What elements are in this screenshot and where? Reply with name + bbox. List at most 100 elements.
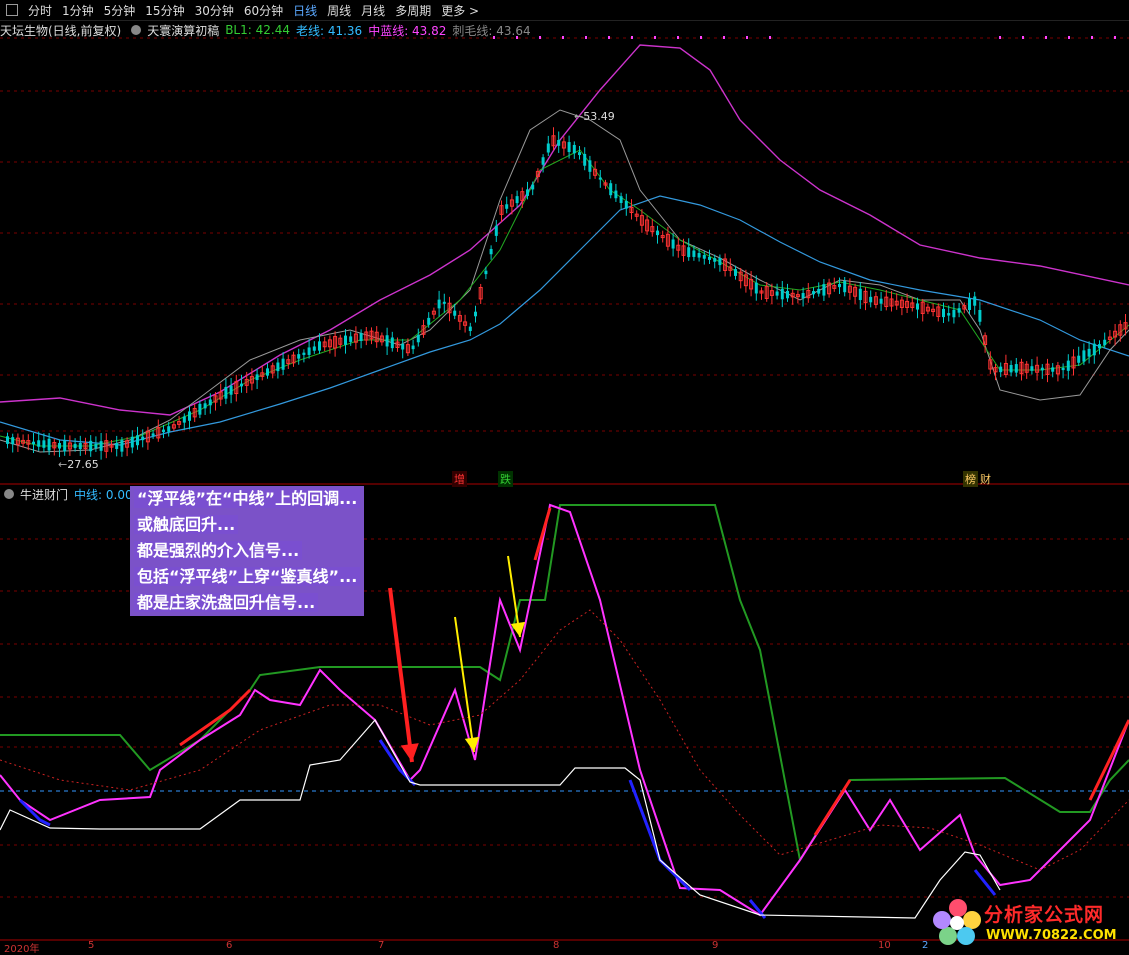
candle-body	[302, 352, 306, 355]
signal-dot	[1045, 36, 1047, 39]
hair-line	[0, 109, 1129, 453]
float-line-blue-segment	[973, 869, 997, 896]
signal-dot	[1114, 36, 1116, 39]
annotation-line-5: 都是庄家洗盘回升信号...	[130, 590, 365, 616]
signal-dot	[631, 36, 633, 39]
candle-body	[167, 426, 171, 432]
candle-body	[224, 386, 228, 399]
signal-dot	[769, 36, 771, 39]
candle-body	[1103, 339, 1107, 346]
candle-body	[858, 288, 862, 301]
candle-body	[297, 354, 301, 359]
candle-body	[1040, 367, 1044, 371]
candle-body	[276, 362, 280, 372]
candle-body	[89, 440, 93, 452]
candle-body	[1051, 367, 1055, 372]
candle-body	[786, 290, 789, 299]
event-tag-increase[interactable]: 增	[452, 471, 467, 487]
candle-body	[624, 200, 628, 209]
candle-body	[63, 440, 67, 452]
low-price-value: 27.65	[67, 458, 99, 471]
signal-dot	[723, 36, 725, 39]
date-label-jun: 6	[226, 940, 233, 951]
sub-indicator-name[interactable]: 牛进财门	[20, 486, 68, 503]
arrow-shaft	[388, 587, 414, 763]
candle-body	[583, 153, 587, 166]
signal-dot	[539, 36, 541, 39]
candle-body	[1087, 348, 1091, 357]
annotation-text: “浮平线”在“中线”上的回调... 或触底回升... 都是强烈的介入信号... …	[130, 486, 365, 616]
candle-body	[390, 337, 394, 349]
candle-body	[208, 399, 212, 406]
candle-body	[656, 230, 659, 236]
candle-body	[385, 335, 389, 347]
candle-body	[505, 204, 509, 209]
candle-body	[416, 335, 420, 343]
float-line-red-segment	[813, 779, 852, 836]
sub-indicator-menu-icon[interactable]	[4, 489, 14, 499]
candle-body	[1092, 343, 1096, 356]
mid-line-white	[0, 718, 1001, 919]
event-tag-finance[interactable]: 财	[978, 471, 993, 487]
candle-body	[188, 411, 191, 421]
candle-body	[203, 403, 207, 409]
float-line-red-segment	[533, 507, 552, 561]
candle-body	[42, 440, 46, 448]
candle-body	[73, 443, 77, 449]
candle-body	[494, 225, 498, 236]
flower-logo-icon	[933, 899, 981, 945]
watermark-url[interactable]: WWW.70822.COM	[986, 928, 1117, 943]
candle-body	[734, 269, 737, 276]
candle-body	[1098, 344, 1101, 349]
candle-body	[94, 443, 98, 449]
candle-body	[879, 298, 883, 304]
annotation-line-2: 或触底回升...	[130, 512, 365, 538]
candle-body	[162, 429, 165, 433]
candle-body	[968, 298, 971, 311]
event-tag-rank[interactable]: 榜	[963, 471, 978, 487]
candle-body	[1077, 355, 1081, 363]
event-tag-fall[interactable]: 跌	[498, 471, 513, 487]
candle-body	[182, 416, 186, 423]
candle-body	[619, 196, 623, 203]
candle-body	[697, 253, 701, 258]
candle-body	[942, 308, 945, 318]
candle-body	[58, 443, 61, 449]
candle-body	[812, 291, 815, 295]
signal-dot	[1022, 36, 1024, 39]
candle-body	[718, 257, 722, 266]
high-price-value: 53.49	[583, 110, 615, 123]
appraise-line-dotted	[0, 609, 1129, 871]
candle-body	[947, 313, 951, 316]
signal-dot	[654, 36, 656, 39]
candle-body	[1082, 350, 1086, 362]
candle-body	[1030, 366, 1034, 371]
candle-body	[687, 247, 691, 258]
candle-body	[141, 436, 145, 441]
stock-chart[interactable]	[0, 0, 1129, 954]
signal-dot	[1068, 36, 1070, 39]
candle-body	[801, 293, 805, 299]
candle-body	[999, 366, 1003, 373]
float-line-blue-segment	[628, 779, 692, 892]
signal-dot	[677, 36, 679, 39]
candle-body	[609, 183, 613, 196]
candle-body	[427, 317, 431, 325]
date-label-cursor: 2	[922, 940, 929, 951]
candle-body	[474, 311, 477, 317]
candle-body	[692, 250, 696, 257]
candle-body	[99, 441, 103, 451]
candle-body	[240, 383, 243, 387]
signal-dot	[516, 36, 518, 39]
bl1-line	[0, 149, 1129, 447]
date-label-jul: 7	[378, 940, 385, 951]
candle-body	[708, 256, 711, 260]
candle-body	[916, 303, 919, 310]
candle-body	[312, 346, 316, 351]
red-arrow	[388, 587, 419, 763]
candle-body	[702, 255, 706, 259]
candle-body	[588, 160, 592, 172]
candle-body	[78, 442, 82, 450]
signal-dot	[1091, 36, 1093, 39]
candle-body	[546, 143, 550, 153]
